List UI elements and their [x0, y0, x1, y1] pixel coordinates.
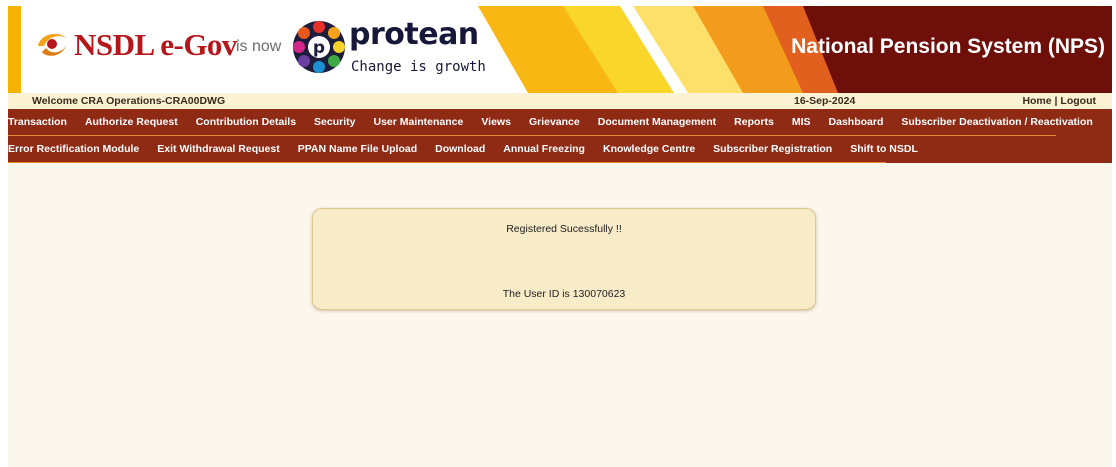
page: NSDL e-Gov is now p protean Change is gr… [8, 6, 1112, 467]
registration-message-box: Registered Sucessfully !! The User ID is… [312, 208, 816, 310]
menu-transaction[interactable]: Transaction [8, 116, 67, 128]
menu-error-rectification-module[interactable]: Error Rectification Module [8, 143, 139, 155]
menu-shift-to-nsdl[interactable]: Shift to NSDL [850, 143, 918, 155]
menu-contribution-details[interactable]: Contribution Details [196, 116, 296, 128]
menu-subscriber-registration[interactable]: Subscriber Registration [713, 143, 832, 155]
menu-reports[interactable]: Reports [734, 116, 774, 128]
protean-brand: protean [349, 17, 479, 52]
menu-row-2: Error Rectification Module Exit Withdraw… [8, 136, 936, 162]
menu-grievance[interactable]: Grievance [529, 116, 580, 128]
protean-tagline: Change is growth [351, 59, 486, 75]
link-separator: | [1054, 95, 1058, 107]
protean-logo-icon: p [293, 21, 345, 73]
menu-ppan-name-file-upload[interactable]: PPAN Name File Upload [298, 143, 417, 155]
nsdl-logo-icon [38, 33, 67, 56]
menu-knowledge-centre[interactable]: Knowledge Centre [603, 143, 695, 155]
user-id-text: The User ID is 130070623 [502, 288, 626, 300]
menu-divider [8, 162, 886, 163]
menu-mis[interactable]: MIS [792, 116, 811, 128]
menu-exit-withdrawal-request[interactable]: Exit Withdrawal Request [157, 143, 279, 155]
welcome-text: Welcome CRA Operations-CRA00DWG [32, 95, 226, 107]
header-links: Home | Logout [1022, 95, 1096, 107]
current-date: 16-Sep-2024 [794, 95, 856, 107]
is-now-text: is now [236, 38, 282, 55]
menu-annual-freezing[interactable]: Annual Freezing [503, 143, 585, 155]
nsdl-egov-brand: NSDL e-Gov [74, 27, 237, 62]
menu-row-1: Transaction Authorize Request Contributi… [8, 109, 1111, 135]
svg-text:p: p [313, 38, 325, 58]
menu-download[interactable]: Download [435, 143, 485, 155]
menu-views[interactable]: Views [481, 116, 511, 128]
menu-subscriber-deactivation-reactivation[interactable]: Subscriber Deactivation / Reactivation [901, 116, 1092, 128]
main-menu: Transaction Authorize Request Contributi… [8, 109, 1112, 163]
system-title: National Pension System (NPS) [791, 35, 1105, 58]
home-link[interactable]: Home [1022, 95, 1051, 107]
welcome-bar: Welcome CRA Operations-CRA00DWG 16-Sep-2… [8, 93, 1112, 109]
menu-security[interactable]: Security [314, 116, 355, 128]
menu-document-management[interactable]: Document Management [598, 116, 716, 128]
header-banner: NSDL e-Gov is now p protean Change is gr… [8, 6, 1112, 93]
menu-dashboard[interactable]: Dashboard [829, 116, 884, 128]
banner-left-stripe [8, 6, 21, 93]
logout-link[interactable]: Logout [1060, 95, 1096, 107]
registration-status-text: Registered Sucessfully !! [506, 223, 622, 235]
menu-user-maintenance[interactable]: User Maintenance [373, 116, 463, 128]
menu-authorize-request[interactable]: Authorize Request [85, 116, 178, 128]
